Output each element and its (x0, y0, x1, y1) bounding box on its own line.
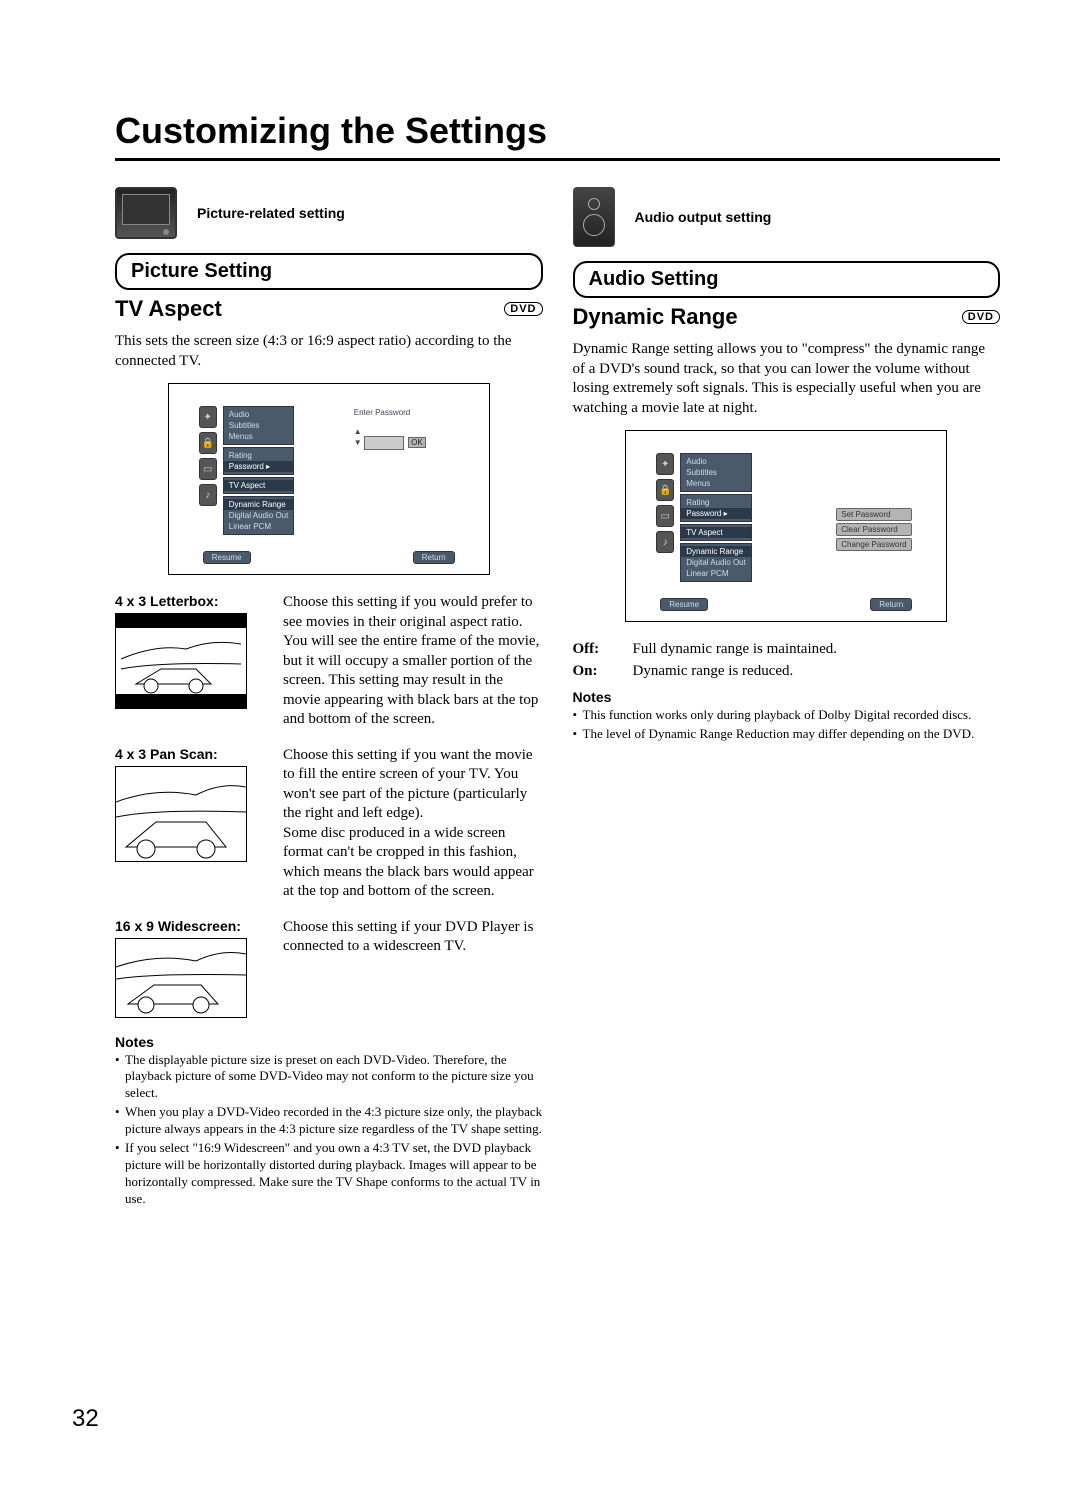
note-item: This function works only during playback… (573, 707, 1001, 724)
note-item: The level of Dynamic Range Reduction may… (573, 726, 1001, 743)
osd-enter-password: Enter Password (354, 408, 426, 417)
osd-icon: ✦ (199, 406, 217, 428)
tv-icon (115, 187, 177, 239)
osd-item: Dynamic Range (224, 499, 294, 510)
note-item: When you play a DVD-Video recorded in th… (115, 1104, 543, 1138)
osd-item: Digital Audio Out (224, 510, 294, 521)
dynamic-range-heading: Dynamic Range (573, 304, 738, 330)
osd-icon: ▭ (656, 505, 674, 527)
osd-item: TV Aspect (681, 527, 751, 538)
option-widescreen: 16 x 9 Widescreen: Choose this setting i… (115, 918, 543, 1018)
option-letterbox: 4 x 3 Letterbox: Choose this setting if … (115, 593, 543, 730)
osd-item: Linear PCM (224, 521, 294, 532)
osd-item: Menus (681, 478, 751, 489)
osd-icon: 🔒 (199, 432, 217, 454)
opt3-title: 16 x 9 Widescreen: (115, 918, 265, 934)
option-panscan: 4 x 3 Pan Scan: Choose this setting if y… (115, 746, 543, 902)
osd-item: Audio (681, 456, 751, 467)
picture-setting-pill: Picture Setting (115, 253, 543, 290)
osd-item: Audio (224, 409, 294, 420)
opt1-text: Choose this setting if you would prefer … (283, 593, 543, 730)
page-title: Customizing the Settings (115, 110, 1000, 152)
osd-resume: Resume (660, 598, 708, 611)
opt3-text: Choose this setting if your DVD Player i… (283, 918, 543, 1018)
dynamic-range-intro: Dynamic Range setting allows you to "com… (573, 340, 1001, 418)
osd-sub-item: Set Password (836, 508, 911, 521)
car-illustration (116, 767, 246, 861)
note-item: If you select "16:9 Widescreen" and you … (115, 1140, 543, 1208)
osd-screenshot-right: ✦ 🔒 ▭ ♪ Audio Subtitles Menus (625, 430, 947, 622)
notes-right: This function works only during playback… (573, 707, 1001, 743)
audio-setting-pill: Audio Setting (573, 261, 1001, 298)
osd-icon: ✦ (656, 453, 674, 475)
audio-caption: Audio output setting (635, 209, 772, 225)
osd-item: Dynamic Range (681, 546, 751, 557)
osd-return: Return (413, 551, 455, 564)
osd-return: Return (870, 598, 912, 611)
osd-icon: ♪ (199, 484, 217, 506)
picture-caption: Picture-related setting (197, 205, 345, 221)
osd-item: Rating (224, 450, 294, 461)
right-column: Audio output setting Audio Setting Dynam… (573, 187, 1001, 1210)
car-illustration (116, 939, 246, 1017)
osd-ok: OK (408, 437, 426, 448)
panscan-thumb (115, 766, 247, 862)
osd-icon: ♪ (656, 531, 674, 553)
opt1-title: 4 x 3 Letterbox: (115, 593, 265, 609)
def-off: Off:Full dynamic range is maintained. (573, 640, 1001, 660)
note-item: The displayable picture size is preset o… (115, 1052, 543, 1103)
widescreen-thumb (115, 938, 247, 1018)
osd-item: Rating (681, 497, 751, 508)
osd-item: Subtitles (224, 420, 294, 431)
letterbox-thumb (115, 613, 247, 709)
notes-heading-left: Notes (115, 1034, 543, 1050)
def-on: On:Dynamic range is reduced. (573, 662, 1001, 682)
title-rule (115, 158, 1000, 161)
osd-icon: 🔒 (656, 479, 674, 501)
osd-sub-item: Change Password (836, 538, 911, 551)
car-illustration (116, 614, 246, 708)
tv-aspect-heading: TV Aspect (115, 296, 222, 322)
osd-resume: Resume (203, 551, 251, 564)
osd-icon: ▭ (199, 458, 217, 480)
dvd-badge: DVD (962, 310, 1000, 324)
osd-item: Digital Audio Out (681, 557, 751, 568)
page-number: 32 (72, 1405, 99, 1433)
notes-left: The displayable picture size is preset o… (115, 1052, 543, 1208)
osd-item-selected: Password ▸ (224, 461, 294, 472)
osd-item: Linear PCM (681, 568, 751, 579)
opt2-text: Choose this setting if you want the movi… (283, 746, 543, 902)
notes-heading-right: Notes (573, 689, 1001, 705)
left-column: Picture-related setting Picture Setting … (115, 187, 543, 1210)
osd-item: TV Aspect (224, 480, 294, 491)
dvd-badge: DVD (504, 302, 542, 316)
tv-aspect-intro: This sets the screen size (4:3 or 16:9 a… (115, 332, 543, 371)
osd-item: Subtitles (681, 467, 751, 478)
speaker-icon (573, 187, 615, 247)
osd-screenshot-left: ✦ 🔒 ▭ ♪ Audio Subtitles Menus (168, 383, 490, 575)
osd-item: Menus (224, 431, 294, 442)
osd-sub-item: Clear Password (836, 523, 911, 536)
osd-password-box (364, 436, 404, 450)
opt2-title: 4 x 3 Pan Scan: (115, 746, 265, 762)
osd-item-selected: Password ▸ (681, 508, 751, 519)
